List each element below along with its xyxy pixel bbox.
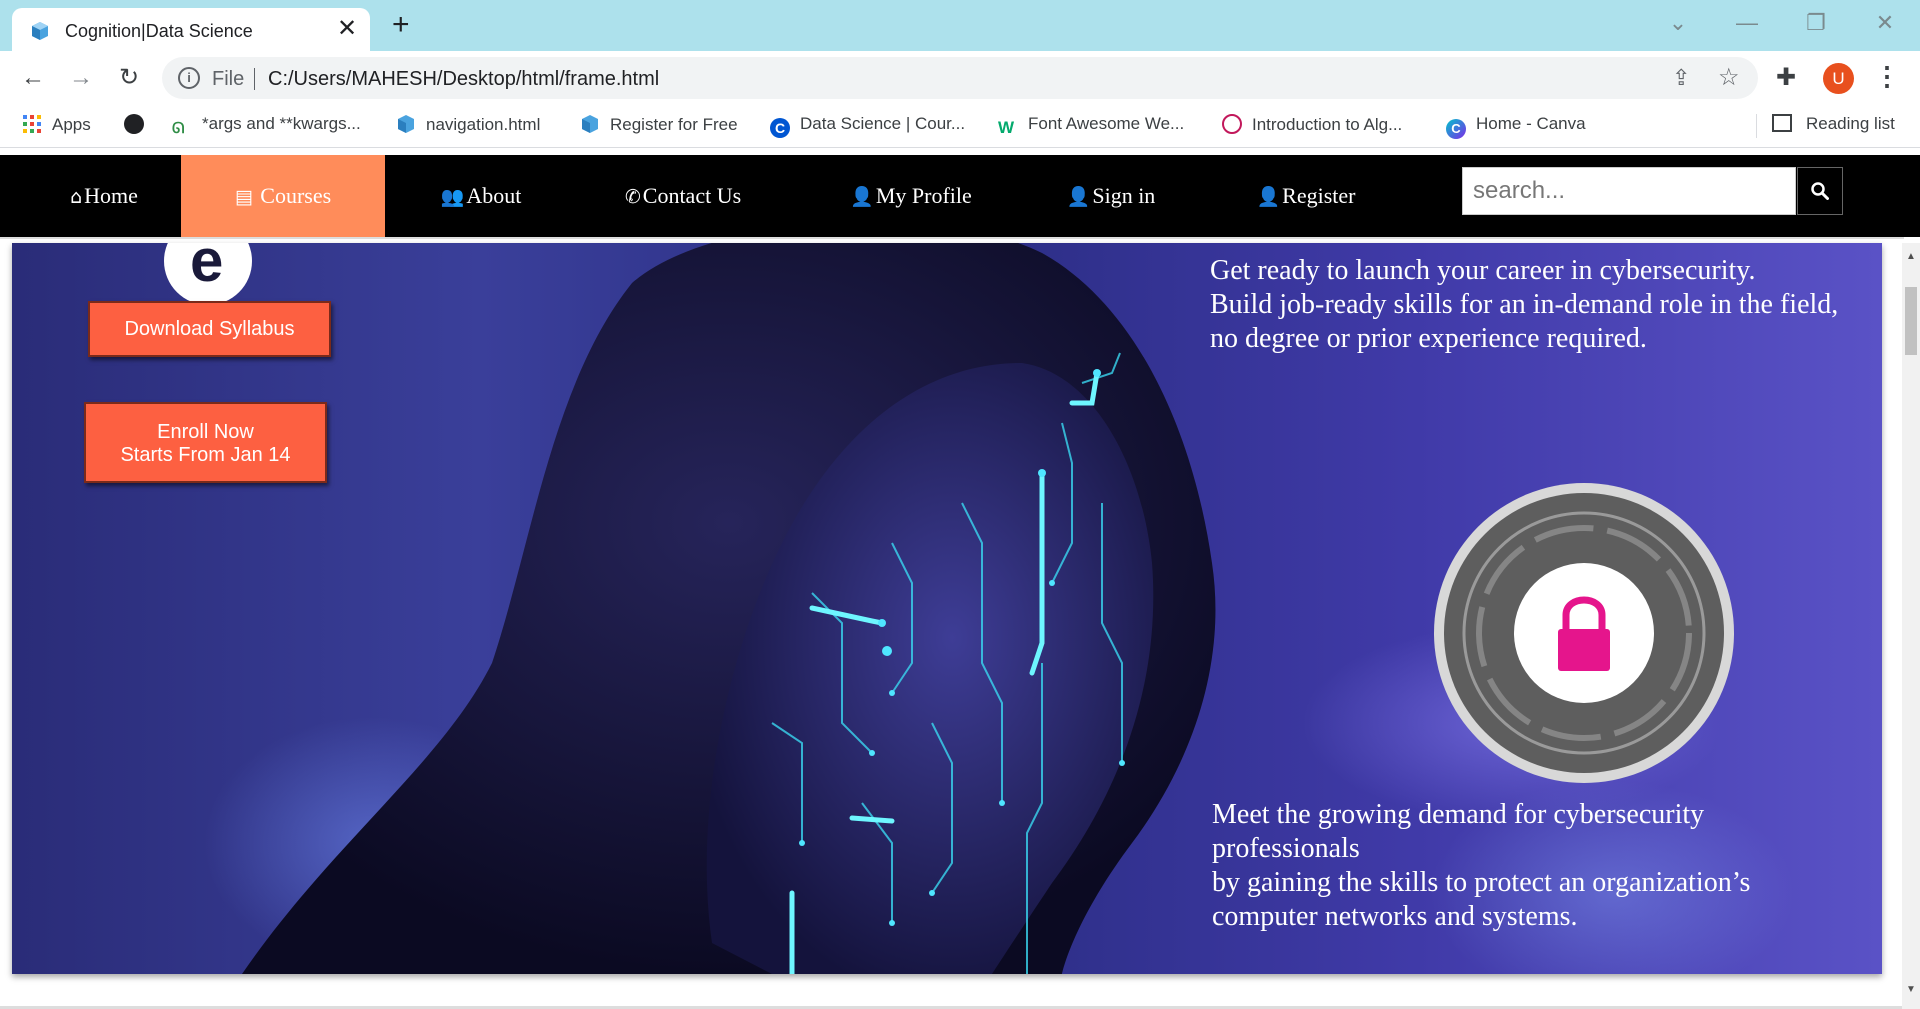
users-icon: 👥 — [440, 186, 465, 208]
file-icon — [398, 115, 414, 133]
tab-title: Cognition|Data Science — [65, 21, 253, 41]
page-favicon-icon — [32, 22, 48, 40]
hero-intro-text: Get ready to launch your career in cyber… — [1210, 255, 1839, 354]
bookmark-apps[interactable]: Apps — [22, 114, 91, 138]
enroll-now-button[interactable]: Enroll Now Starts From Jan 14 — [84, 402, 327, 483]
home-icon: ⌂ — [70, 186, 83, 208]
bookmarks-divider — [1756, 114, 1757, 138]
bookmark-star-icon[interactable]: ☆ — [1718, 63, 1740, 92]
bookmark-globe[interactable] — [124, 114, 154, 138]
geeksforgeeks-icon: ᘏ — [172, 120, 185, 137]
browser-tab-strip: Cognition|Data Science ✕ + ⌄ — ❐ ✕ — [0, 0, 1920, 51]
nav-home[interactable]: ⌂Home — [40, 155, 168, 237]
coursera-icon: C — [770, 118, 790, 138]
nav-contact-us[interactable]: ✆Contact Us — [608, 155, 758, 237]
kebab-menu-icon[interactable]: ⋮ — [1874, 61, 1900, 92]
user-icon: 👤 — [1256, 186, 1281, 208]
scroll-thumb[interactable] — [1905, 287, 1917, 355]
user-icon: 👤 — [850, 186, 874, 208]
bookmark-algorithms[interactable]: Introduction to Alg... — [1222, 114, 1402, 138]
tab-close-icon[interactable]: ✕ — [337, 16, 357, 42]
apps-grid-icon — [23, 115, 41, 133]
course-icon — [1222, 114, 1242, 134]
nav-sign-in[interactable]: 👤Sign in — [1054, 155, 1168, 237]
bookmark-canva[interactable]: C Home - Canva — [1446, 114, 1586, 139]
browser-toolbar: ← → ↻ i File C:/Users/MAHESH/Desktop/htm… — [0, 51, 1920, 104]
reload-icon[interactable]: ↻ — [114, 63, 144, 93]
bookmark-register[interactable]: Register for Free — [580, 114, 738, 138]
hero-demand-text: Meet the growing demand for cybersecurit… — [1212, 799, 1751, 932]
bookmark-data-science[interactable]: C Data Science | Cour... — [770, 114, 965, 138]
download-syllabus-button[interactable]: Download Syllabus — [88, 301, 331, 357]
url-text[interactable]: C:/Users/MAHESH/Desktop/html/frame.html — [268, 68, 659, 91]
user-plus-icon: 👤 — [1066, 186, 1091, 208]
nav-courses[interactable]: ▤ Courses — [181, 155, 385, 237]
book-icon: ▤ — [234, 186, 253, 208]
profile-avatar[interactable]: U — [1823, 63, 1854, 94]
scroll-up-arrow-icon[interactable]: ▲ — [1902, 251, 1920, 262]
search-icon — [1811, 182, 1829, 200]
restore-icon[interactable]: ❐ — [1801, 8, 1831, 38]
reading-list-icon — [1772, 114, 1792, 132]
extensions-puzzle-icon[interactable]: ✚ — [1776, 63, 1796, 92]
site-info-icon[interactable]: i — [178, 67, 200, 89]
canva-icon: C — [1446, 119, 1466, 139]
phone-icon: ✆ — [624, 186, 641, 208]
search-input[interactable] — [1463, 168, 1795, 214]
browser-tab[interactable]: Cognition|Data Science ✕ — [12, 8, 370, 51]
svg-text:e: e — [190, 243, 223, 294]
bookmark-navigation[interactable]: navigation.html — [396, 114, 540, 138]
nav-my-profile[interactable]: 👤My Profile — [836, 155, 986, 237]
scroll-down-arrow-icon[interactable]: ▼ — [1902, 984, 1920, 995]
bookmark-font-awesome[interactable]: W Font Awesome We... — [998, 114, 1184, 138]
globe-icon — [124, 114, 144, 134]
search-button[interactable] — [1797, 167, 1843, 215]
url-scheme-label: File — [212, 68, 245, 90]
bookmarks-bar: Apps ᘏ *args and **kwargs... navigation.h… — [0, 104, 1920, 148]
nav-about[interactable]: 👥About — [418, 155, 544, 237]
site-navbar: ⌂Home ▤ Courses 👥About ✆Contact Us 👤My P… — [0, 155, 1920, 237]
w3schools-icon: W — [998, 118, 1015, 137]
window-close-icon[interactable]: ✕ — [1870, 8, 1900, 38]
page-scrollbar[interactable]: ▲ ▼ — [1902, 243, 1920, 1009]
bookmark-args-kwargs[interactable]: ᘏ *args and **kwargs... — [172, 114, 361, 138]
file-icon — [582, 115, 598, 133]
minimize-icon[interactable]: — — [1732, 8, 1762, 38]
address-separator — [254, 68, 255, 90]
new-tab-button[interactable]: + — [392, 8, 410, 42]
hero-banner: e Download Syllabus Enroll Now Starts Fr… — [12, 243, 1882, 974]
share-icon[interactable]: ⇪ — [1672, 65, 1690, 91]
nav-divider — [0, 237, 1904, 239]
enroll-label: Enroll Now — [157, 421, 254, 443]
reading-list-button[interactable]: Reading list — [1772, 114, 1895, 134]
address-bar[interactable]: i File C:/Users/MAHESH/Desktop/html/fram… — [162, 57, 1758, 99]
lock-badge-icon — [1434, 483, 1734, 783]
tab-search-icon[interactable]: ⌄ — [1663, 8, 1693, 38]
back-arrow-icon[interactable]: ← — [18, 63, 48, 93]
enroll-date: Starts From Jan 14 — [120, 444, 291, 466]
nav-register[interactable]: 👤Register — [1250, 155, 1362, 237]
search-box — [1462, 167, 1796, 215]
forward-arrow-icon[interactable]: → — [66, 63, 96, 93]
